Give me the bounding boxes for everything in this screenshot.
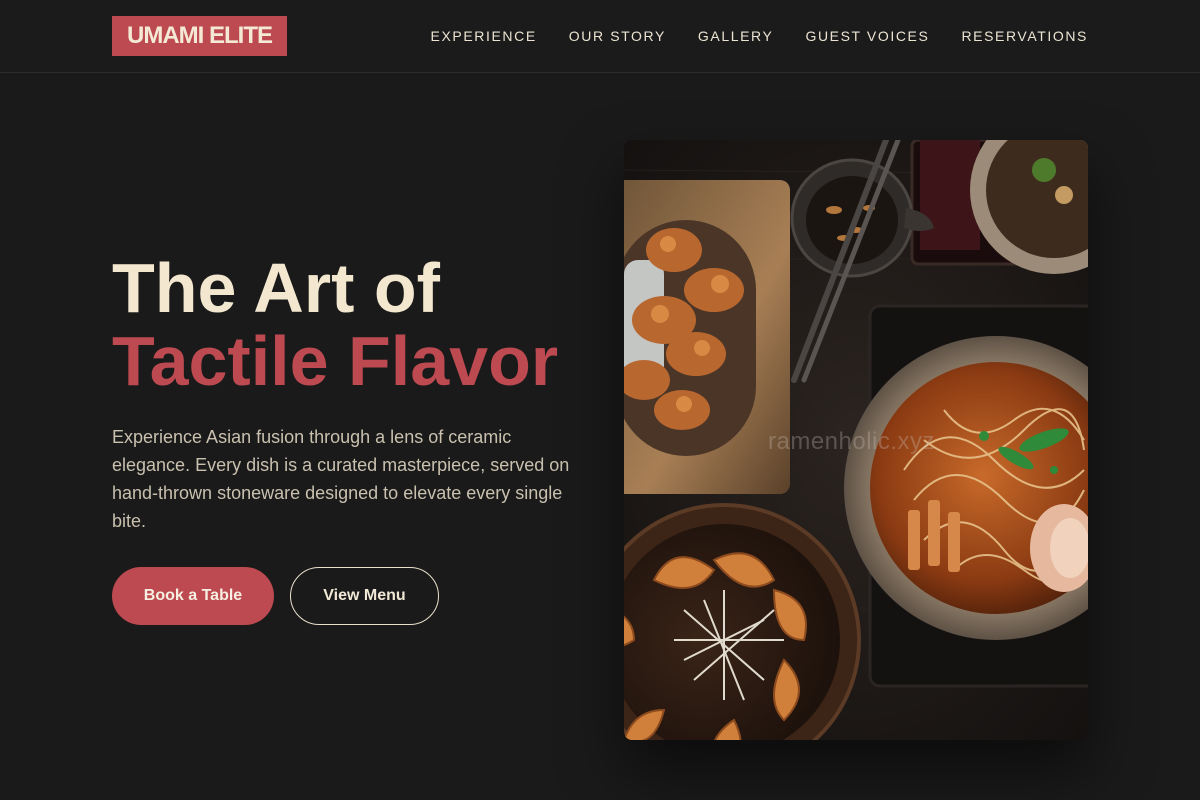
- brand-logo[interactable]: UMAMI ELITE: [112, 16, 287, 56]
- hero-title-line-2: Tactile Flavor: [112, 322, 559, 400]
- nav-link-our-story[interactable]: OUR STORY: [569, 28, 666, 44]
- top-navigation: UMAMI ELITE EXPERIENCE OUR STORY GALLERY…: [0, 0, 1200, 73]
- hero-title: The Art of Tactile Flavor: [112, 252, 592, 398]
- book-table-button[interactable]: Book a Table: [112, 567, 274, 625]
- image-watermark: ramenholic.xyz: [768, 428, 936, 455]
- nav-link-gallery[interactable]: GALLERY: [698, 28, 774, 44]
- view-menu-button[interactable]: View Menu: [290, 567, 439, 625]
- nav-links: EXPERIENCE OUR STORY GALLERY GUEST VOICE…: [431, 25, 1088, 47]
- hero-food-image: ramenholic.xyz: [624, 140, 1088, 740]
- hero-title-line-1: The Art of: [112, 249, 440, 327]
- nav-link-experience[interactable]: EXPERIENCE: [431, 28, 537, 44]
- nav-link-reservations[interactable]: RESERVATIONS: [961, 28, 1088, 44]
- nav-link-guest-voices[interactable]: GUEST VOICES: [805, 28, 929, 44]
- hero-description: Experience Asian fusion through a lens o…: [112, 427, 570, 531]
